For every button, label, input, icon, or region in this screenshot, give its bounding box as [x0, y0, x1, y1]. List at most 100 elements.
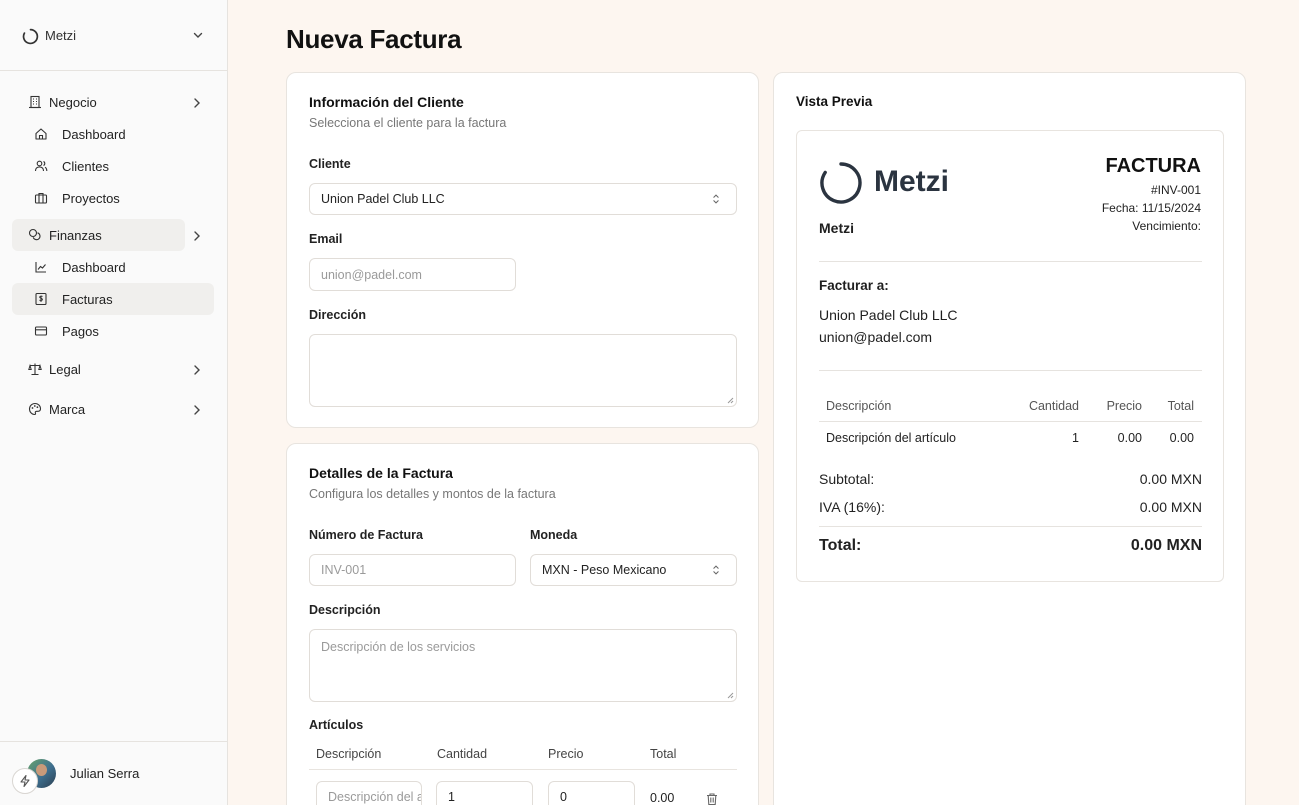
column-header: Precio [548, 746, 584, 761]
nav-item-proyectos[interactable]: Proyectos [12, 182, 214, 214]
email-field[interactable]: union@padel.com [309, 258, 516, 291]
trash-icon[interactable] [705, 792, 719, 805]
coins-icon [28, 228, 42, 242]
company-name: Metzi [819, 220, 854, 236]
email-field-placeholder: union@padel.com [321, 267, 422, 282]
numero-factura-label: Número de Factura [309, 528, 423, 542]
nav-group-label: Marca [49, 401, 86, 417]
nav-item-facturas[interactable]: Facturas [12, 283, 214, 315]
invoice-date: Fecha: 11/15/2024 [1101, 201, 1201, 215]
cliente-select[interactable]: Union Padel Club LLC [309, 183, 737, 215]
articulos-label: Artículos [309, 718, 364, 732]
nav-item-label: Facturas [62, 291, 113, 307]
client-info-card: Información del Cliente Selecciona el cl… [286, 72, 759, 428]
direccion-label: Dirección [309, 308, 366, 322]
bill-to-label: Facturar a: [819, 278, 889, 293]
workspace-name: Metzi [45, 27, 77, 43]
users-icon [34, 159, 48, 173]
chevron-down-icon [191, 28, 205, 42]
resize-grip-icon[interactable] [726, 396, 734, 404]
nav-group-legal[interactable]: Legal [12, 353, 214, 385]
iva-row: IVA (16%): 0.00 MXN [819, 499, 1202, 515]
bolt-icon [18, 774, 32, 788]
nav-group-negocio[interactable]: Negocio [12, 86, 214, 118]
divider [819, 370, 1202, 371]
credit-card-icon [34, 324, 48, 338]
total-value: 0.00 MXN [1130, 537, 1202, 554]
descripcion-placeholder: Descripción de los servicios [321, 640, 476, 654]
preview-card: Vista Previa Metzi Metzi FACTURA #INV-00… [773, 72, 1246, 805]
chevron-right-icon [190, 403, 204, 417]
nav-item-clientes[interactable]: Clientes [12, 150, 214, 182]
palette-icon [28, 402, 42, 416]
table-row: Descripción del artículo 1 0.00 0.00 [819, 422, 1202, 454]
divider [819, 261, 1202, 262]
nav-item-dashboard-negocio[interactable]: Dashboard [12, 118, 214, 150]
chevron-right-icon [190, 363, 204, 377]
chevrons-up-down-icon [710, 564, 724, 578]
item-quantity-value: 1 [448, 790, 455, 804]
nav-item-pagos[interactable]: Pagos [12, 315, 214, 347]
main-nav: Negocio Dashboard Clientes Proyectos Fin… [12, 86, 214, 425]
briefcase-icon [34, 191, 48, 205]
column-header: Descripción [826, 399, 892, 413]
card-subtitle: Selecciona el cliente para la factura [309, 116, 507, 130]
invoice-number: #INV-001 [1150, 183, 1201, 197]
descripcion-label: Descripción [309, 603, 381, 617]
items-table-header: Descripción Cantidad Precio Total [309, 738, 737, 770]
item-description-input[interactable]: Descripción del artículo [316, 781, 422, 805]
preview-item-total: 0.00 [1169, 431, 1194, 445]
item-quantity-input[interactable]: 1 [436, 781, 533, 805]
item-description-placeholder: Descripción del artículo [328, 790, 421, 804]
direccion-textarea[interactable] [309, 334, 737, 407]
card-title: Información del Cliente [309, 94, 464, 110]
item-price-value: 0 [560, 790, 567, 804]
workspace-switcher[interactable]: Metzi [0, 0, 227, 71]
column-header: Total [1167, 399, 1194, 413]
column-header: Cantidad [1028, 399, 1079, 413]
nav-group-finanzas[interactable]: Finanzas [12, 219, 200, 251]
item-price-input[interactable]: 0 [548, 781, 635, 805]
card-title: Detalles de la Factura [309, 465, 453, 481]
moneda-label: Moneda [530, 528, 578, 542]
quick-actions-button[interactable] [12, 768, 38, 794]
nav-group-label: Finanzas [49, 227, 102, 243]
cliente-select-value: Union Padel Club LLC [321, 192, 445, 206]
nav-item-dashboard-finanzas[interactable]: Dashboard [12, 251, 214, 283]
logo-ring-icon [22, 28, 39, 45]
subtotal-row: Subtotal: 0.00 MXN [819, 471, 1202, 487]
scale-icon [28, 362, 42, 376]
total-row: Total: 0.00 MXN [819, 537, 1202, 555]
logo-text: Metzi [874, 165, 949, 198]
home-icon [34, 127, 48, 141]
card-title: Vista Previa [796, 94, 873, 109]
iva-value: 0.00 MXN [1139, 499, 1202, 515]
nav-group-label: Legal [49, 361, 81, 377]
subtotal-label: Subtotal: [819, 471, 875, 487]
resize-grip-icon[interactable] [726, 691, 734, 699]
item-total: 0.00 [650, 791, 675, 805]
descripcion-textarea[interactable]: Descripción de los servicios [309, 629, 737, 702]
nav-item-label: Dashboard [62, 126, 126, 142]
table-row: Descripción del artículo 1 0 0.00 [309, 776, 737, 805]
column-header: Precio [1106, 399, 1142, 413]
nav-group-marca[interactable]: Marca [12, 393, 214, 425]
nav-item-label: Proyectos [62, 190, 120, 206]
numero-factura-placeholder: INV-001 [321, 563, 367, 577]
user-name: Julian Serra [70, 766, 140, 781]
column-header: Total [650, 746, 677, 761]
chart-icon [34, 260, 48, 274]
numero-factura-input[interactable]: INV-001 [309, 554, 516, 586]
preview-item-description: Descripción del artículo [826, 431, 956, 445]
bill-to-name: Union Padel Club LLC [819, 307, 958, 323]
page-title: Nueva Factura [286, 24, 462, 54]
sidebar: Metzi Negocio Dashboard Clientes Proyect… [0, 0, 228, 805]
card-subtitle: Configura los detalles y montos de la fa… [309, 487, 556, 501]
column-header: Descripción [316, 746, 382, 761]
subtotal-value: 0.00 MXN [1139, 471, 1202, 487]
invoice-preview: Metzi Metzi FACTURA #INV-001 Fecha: 11/1… [796, 130, 1224, 582]
moneda-select[interactable]: MXN - Peso Mexicano [530, 554, 737, 586]
chevron-right-icon [190, 96, 204, 110]
nav-item-label: Dashboard [62, 259, 126, 275]
document-title: FACTURA [1105, 155, 1201, 177]
